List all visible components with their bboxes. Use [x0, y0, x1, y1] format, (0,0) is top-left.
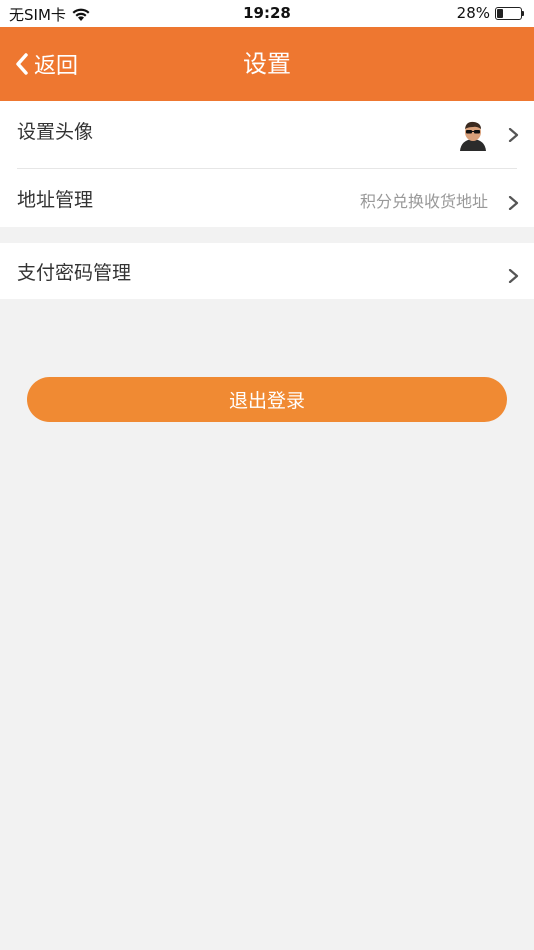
- avatar: [458, 118, 488, 151]
- logout-label: 退出登录: [228, 390, 305, 412]
- nav-bar: 返回 设置: [0, 27, 534, 101]
- battery-fill: [497, 8, 504, 18]
- page-title: 设置: [243, 50, 291, 78]
- logout-button[interactable]: 退出登录: [27, 377, 507, 422]
- payment-password-row[interactable]: 支付密码管理: [0, 243, 534, 299]
- status-right: 28%: [457, 4, 524, 22]
- set-avatar-row[interactable]: 设置头像: [0, 101, 534, 168]
- back-button[interactable]: 返回: [14, 27, 78, 101]
- address-row[interactable]: 地址管理 积分兑换收货地址: [0, 169, 534, 227]
- status-bar: 无SIM卡 19:28 28%: [0, 0, 534, 27]
- status-time: 19:28: [243, 4, 291, 22]
- chevron-right-icon: [508, 196, 519, 210]
- payment-password-label: 支付密码管理: [17, 262, 132, 284]
- address-value: 积分兑换收货地址: [359, 192, 488, 211]
- set-avatar-label: 设置头像: [17, 121, 94, 143]
- settings-group-profile: 设置头像 地址管理 积分兑换收货地址: [0, 101, 534, 227]
- chevron-left-icon: [16, 53, 28, 75]
- settings-group-security: 支付密码管理: [0, 243, 534, 299]
- chevron-right-icon: [508, 269, 519, 283]
- battery-icon: [495, 6, 524, 20]
- back-label: 返回: [34, 54, 79, 79]
- battery-percent: 28%: [456, 4, 490, 22]
- chevron-right-icon: [508, 128, 519, 142]
- address-label: 地址管理: [17, 189, 94, 211]
